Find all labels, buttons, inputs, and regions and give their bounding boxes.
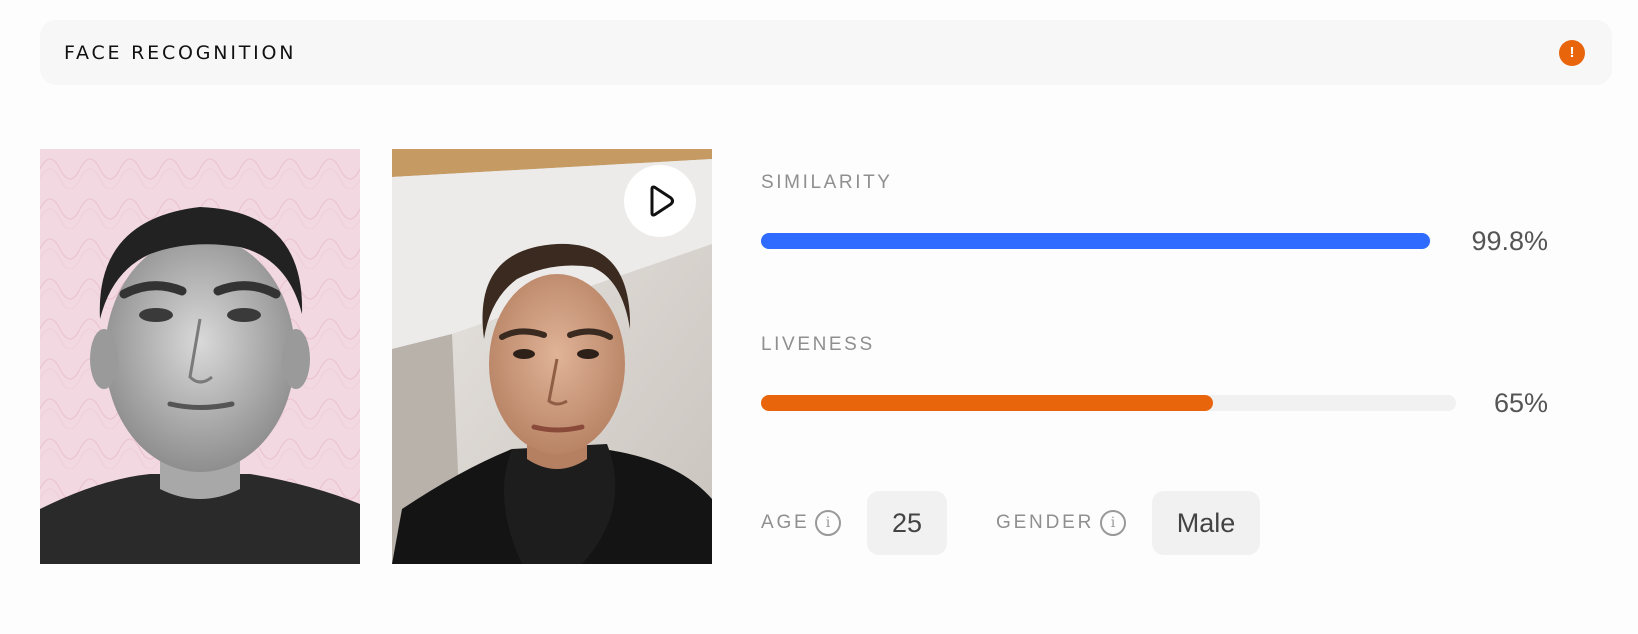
liveness-progress-track [761,395,1456,411]
similarity-progress-fill [761,233,1430,249]
similarity-label: SIMILARITY [761,172,893,193]
liveness-label: LIVENESS [761,334,875,355]
liveness-value: 65% [1493,388,1548,418]
section-header: FACE RECOGNITION [40,20,1612,85]
section-title: FACE RECOGNITION [64,42,297,64]
info-icon[interactable]: i [815,510,841,536]
similarity-progress-track [761,233,1431,249]
exclamation-circle-icon[interactable]: ! [1559,40,1585,66]
age-label: AGE [761,512,810,533]
age-value-chip: 25 [867,491,947,555]
liveness-progress-fill [761,395,1213,411]
play-button[interactable] [624,165,696,237]
info-icon[interactable]: i [1100,510,1126,536]
play-icon [650,185,674,217]
similarity-value: 99.8% [1471,226,1548,256]
gender-value-chip: Male [1152,491,1260,555]
id-document-photo [40,149,360,564]
gender-label: GENDER [996,512,1095,533]
face-recognition-panel: FACE RECOGNITION ! SIMILARITY 99.8% LIVE… [0,0,1638,634]
selfie-video-frame[interactable] [392,149,712,564]
